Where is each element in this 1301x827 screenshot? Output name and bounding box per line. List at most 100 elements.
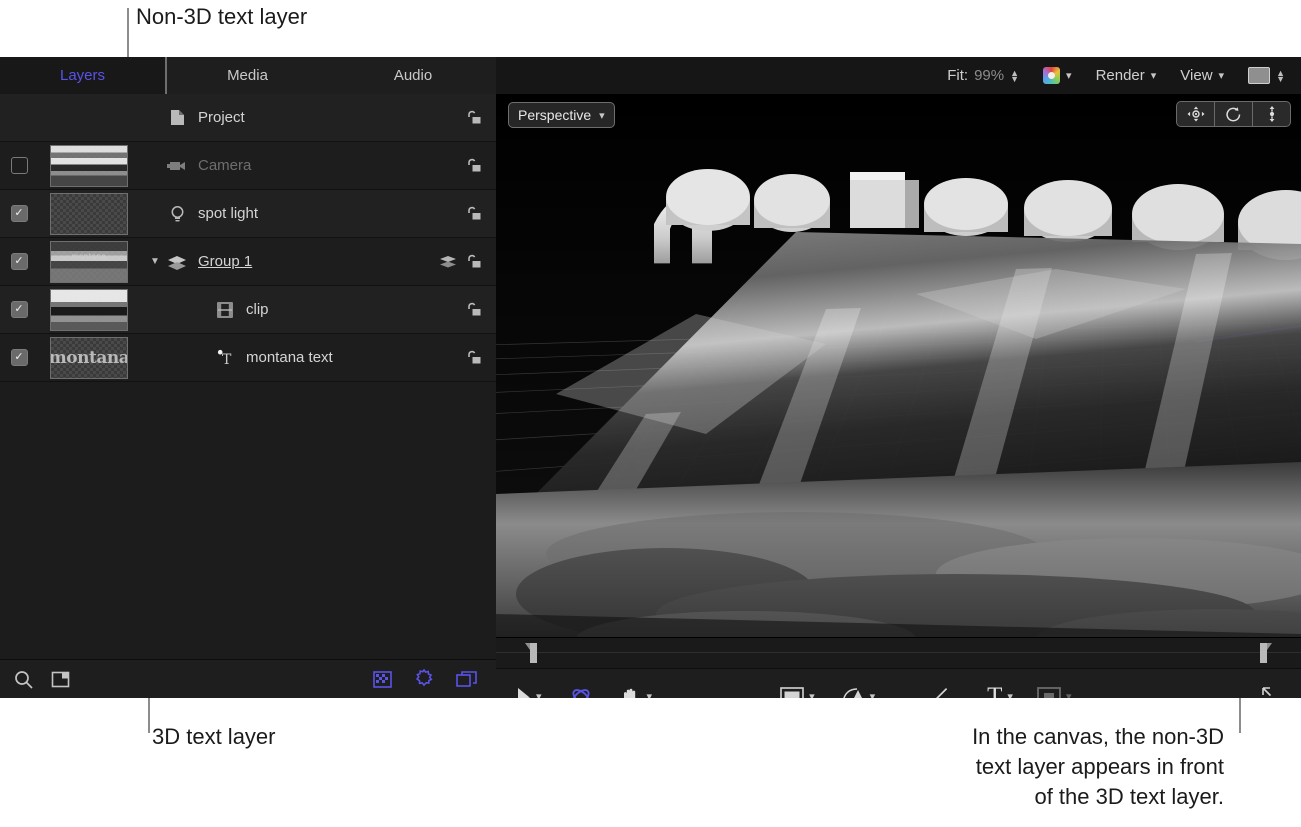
- layer-name-label: spot light: [198, 205, 259, 222]
- render-quality-control[interactable]: ▲ ▼: [1248, 67, 1301, 84]
- table-row[interactable]: ▼ Project: [0, 94, 496, 142]
- table-row[interactable]: ✓ montana T montana text: [0, 334, 496, 382]
- unlocked-icon[interactable]: [465, 254, 482, 269]
- layer-thumbnail-cell: [38, 192, 140, 235]
- panel-divider: [165, 57, 167, 94]
- perspective-grid: [496, 94, 1301, 668]
- thumbnail-text-overlay: montana: [50, 347, 128, 368]
- layer-enable-cell: ✓: [0, 301, 38, 318]
- layer-enable-cell: ✓: [0, 253, 38, 270]
- layer-row-actions: [465, 350, 496, 365]
- layers-stack-icon[interactable]: [439, 255, 457, 269]
- tab-media[interactable]: Media: [165, 57, 330, 94]
- chevron-down-icon: ▾: [599, 109, 605, 122]
- paint-tool[interactable]: [927, 686, 949, 698]
- color-channel-control[interactable]: ▾: [1043, 67, 1072, 84]
- layer-thumbnail-cell: montana: [38, 336, 140, 379]
- stepper-icon[interactable]: ▲ ▼: [1010, 68, 1019, 83]
- layer-row-actions: [439, 254, 496, 269]
- layer-thumbnail-cell: [38, 288, 140, 331]
- camera-icon: [164, 159, 190, 173]
- light-icon: [164, 205, 190, 223]
- unlocked-icon[interactable]: [465, 158, 482, 173]
- layer-enable-checkbox[interactable]: ✓: [10, 301, 28, 318]
- color-wheel-icon: [1043, 67, 1061, 84]
- filter-icon[interactable]: [456, 670, 478, 689]
- layer-enable-cell: ✓: [0, 205, 38, 222]
- chevron-down-icon: ▾: [1150, 70, 1157, 82]
- layer-name-label[interactable]: Group 1: [198, 253, 252, 270]
- layer-name-cell: T montana text: [212, 349, 465, 367]
- chevron-down-icon[interactable]: ▾: [870, 690, 876, 698]
- mask-icon[interactable]: [373, 670, 392, 689]
- text-tool[interactable]: T ▾: [987, 684, 1013, 698]
- annotation-non-3d-text-layer: Non-3D text layer: [136, 4, 308, 29]
- layer-enable-cell: ✓: [0, 349, 38, 366]
- in-point-marker[interactable]: [524, 643, 538, 663]
- layer-thumbnail: montana: [50, 240, 128, 283]
- search-icon[interactable]: [14, 670, 33, 689]
- layers-panel-footer: [0, 659, 496, 698]
- render-menu-label: Render: [1095, 67, 1145, 84]
- layer-enable-checkbox[interactable]: ✓: [10, 349, 28, 366]
- out-point-marker[interactable]: [1259, 643, 1273, 663]
- layer-name-label: clip: [246, 301, 269, 318]
- pan-tool[interactable]: ▾: [620, 686, 653, 698]
- timeline-track: [496, 652, 1301, 653]
- table-row[interactable]: ▼ Camera: [0, 142, 496, 190]
- table-row[interactable]: ✓ montana ▼ Group 1: [0, 238, 496, 286]
- zoom-fit-control[interactable]: Fit: 99% ▲ ▼: [947, 67, 1019, 84]
- chevron-down-icon[interactable]: ▾: [536, 690, 542, 698]
- orbit-camera-icon[interactable]: [1215, 101, 1253, 127]
- layer-row-actions: [465, 158, 496, 173]
- resize-handle[interactable]: [1261, 686, 1301, 698]
- canvas-tool-strip: ▾ ▾ ▾ ▾ T ▾ ▾: [496, 668, 1301, 698]
- view-3d-controls: [1176, 101, 1291, 127]
- tab-audio[interactable]: Audio: [330, 57, 496, 94]
- layer-enable-checkbox[interactable]: ✓: [10, 205, 28, 222]
- layer-row-actions: [465, 110, 496, 125]
- unlocked-icon[interactable]: [465, 110, 482, 125]
- viewer-toolbar: Fit: 99% ▲ ▼ ▾ Render ▾ View ▾ ▲ ▼: [496, 57, 1301, 94]
- unlocked-icon[interactable]: [465, 302, 482, 317]
- table-row[interactable]: ✓ clip: [0, 286, 496, 334]
- select-tool[interactable]: ▾: [516, 687, 542, 698]
- render-menu[interactable]: Render ▾: [1096, 67, 1157, 84]
- camera-preset-label: Perspective: [518, 107, 592, 123]
- stepper-icon[interactable]: ▲ ▼: [1276, 68, 1285, 83]
- dolly-camera-icon[interactable]: [1253, 101, 1291, 127]
- chevron-down-icon: ▾: [1218, 70, 1225, 82]
- bezier-tool[interactable]: ▾: [841, 686, 876, 698]
- table-row[interactable]: ✓ ▼ spot light: [0, 190, 496, 238]
- chevron-down-icon[interactable]: ▾: [1066, 690, 1072, 698]
- svg-text:T: T: [222, 352, 232, 367]
- unlocked-icon[interactable]: [465, 206, 482, 221]
- layer-enable-checkbox[interactable]: ✓: [10, 253, 28, 270]
- tab-layers[interactable]: Layers: [0, 57, 165, 94]
- layer-row-actions: [465, 206, 496, 221]
- mask-tool[interactable]: ▾: [1037, 687, 1072, 698]
- canvas-timeline-bar[interactable]: [496, 637, 1301, 668]
- camera-preset-menu[interactable]: Perspective ▾: [508, 102, 615, 128]
- chevron-down-icon[interactable]: ▾: [1007, 690, 1013, 698]
- view-menu[interactable]: View ▾: [1180, 67, 1224, 84]
- canvas-3d-scene[interactable]: Perspective ▾: [496, 94, 1301, 668]
- pan-camera-icon[interactable]: [1176, 101, 1215, 127]
- panel-tab-bar: Layers Media Audio: [0, 57, 496, 94]
- 3d-transform-tool[interactable]: [568, 684, 594, 698]
- layer-thumbnail-cell: [38, 144, 140, 187]
- shape-tool[interactable]: ▾: [780, 687, 815, 698]
- application-window: Layers Media Audio ▼ Project: [0, 57, 1301, 698]
- layer-thumbnail-cell: montana: [38, 240, 140, 283]
- layer-thumbnail: [50, 144, 128, 187]
- chevron-down-icon[interactable]: ▾: [809, 690, 815, 698]
- layer-enable-cell: [0, 157, 38, 174]
- new-layer-icon[interactable]: [51, 669, 71, 689]
- disclosure-triangle-icon[interactable]: ▼: [146, 256, 164, 267]
- behavior-icon[interactable]: [414, 669, 434, 689]
- zoom-fit-value: 99%: [974, 67, 1005, 84]
- unlocked-icon[interactable]: [465, 350, 482, 365]
- thumbnail-text-overlay: montana: [71, 251, 107, 261]
- layer-enable-checkbox[interactable]: [10, 157, 28, 174]
- chevron-down-icon[interactable]: ▾: [647, 690, 653, 698]
